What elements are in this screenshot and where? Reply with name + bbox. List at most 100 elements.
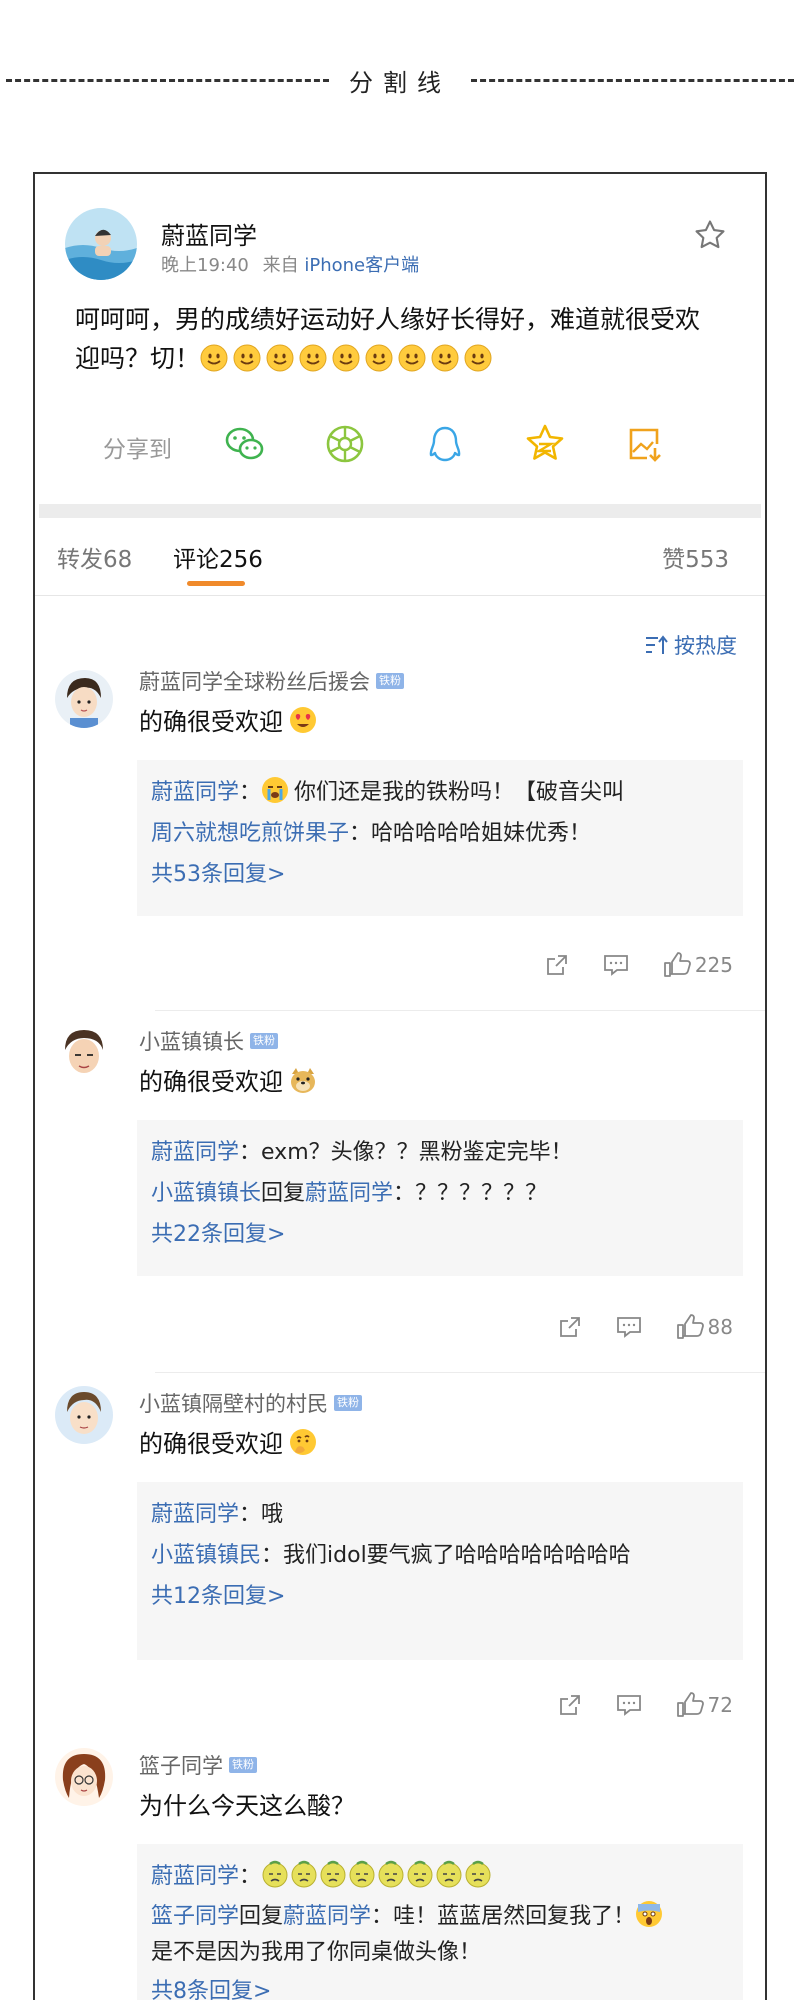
reply-author[interactable]: 周六就想吃煎饼果子: [151, 821, 349, 846]
commenter-name-text: 篮子同学: [139, 1754, 223, 1778]
thumbs-up-icon: [676, 1314, 704, 1339]
reply-separator: ：: [239, 1502, 262, 1527]
like-button[interactable]: 72: [676, 1692, 733, 1718]
commenter-avatar[interactable]: [55, 670, 113, 728]
weibo-post-card: 蔚蓝同学 晚上19:40 来自 iPhone客户端 呵呵呵，男的成绩好运动好人缘…: [33, 172, 767, 2000]
sour-face-emoji-icon: [378, 1860, 404, 1888]
tab-comments[interactable]: 评论256: [173, 540, 263, 574]
comment-text: 为什么今天这么酸？: [139, 1786, 355, 1821]
like-count: 88: [707, 1315, 733, 1339]
commenter-name[interactable]: 篮子同学 铁粉: [139, 1750, 257, 1780]
post: 蔚蓝同学 晚上19:40 来自 iPhone客户端 呵呵呵，男的成绩好运动好人缘…: [35, 174, 765, 504]
comment-item: 小蓝镇镇长 铁粉 的确很受欢迎 蔚蓝同学：exm？头像？？黑粉鉴定完毕！ 小蓝镇…: [35, 1020, 765, 1382]
reply-separator: ：: [393, 1181, 416, 1206]
doge-emoji-icon: [291, 1067, 315, 1093]
qq-icon[interactable]: [423, 422, 467, 466]
post-emojis: [200, 344, 497, 373]
reply-line: 周六就想吃煎饼果子：哈哈哈哈哈姐妹优秀！: [151, 813, 729, 854]
reply-author[interactable]: 蔚蓝同学: [151, 1140, 239, 1165]
post-source[interactable]: iPhone客户端: [304, 255, 419, 276]
post-time: 晚上19:40: [161, 255, 249, 276]
more-replies-link[interactable]: 共8条回复>: [151, 1971, 729, 2000]
reply-box[interactable]: 蔚蓝同学：哦 小蓝镇镇民：我们idol要气疯了哈哈哈哈哈哈哈哈 共12条回复>: [137, 1482, 743, 1660]
tab-likes[interactable]: 赞553: [662, 540, 729, 574]
post-text: 呵呵呵，男的成绩好运动好人缘好长得好，难道就很受欢迎吗？切！: [75, 300, 715, 378]
reply-line: 小蓝镇镇长回复蔚蓝同学：？？？？？？: [151, 1173, 729, 1214]
more-replies-link[interactable]: 共22条回复>: [151, 1214, 729, 1255]
sour-face-emoji-icon: [349, 1860, 375, 1888]
comment-actions: 88: [558, 1314, 733, 1340]
reply-line: 是不是因为我用了你同桌做头像！: [151, 1940, 482, 1965]
reply-text: 你们还是我的铁粉吗！【破音尖叫: [294, 780, 625, 805]
sour-emojis: [261, 1860, 493, 1889]
sour-face-emoji-icon: [436, 1860, 462, 1888]
share-row: 分享到: [35, 412, 765, 472]
reply-line: 小蓝镇镇民：我们idol要气疯了哈哈哈哈哈哈哈哈: [151, 1535, 729, 1576]
commenter-name[interactable]: 蔚蓝同学全球粉丝后援会 铁粉: [139, 666, 404, 696]
reply-comment-icon[interactable]: [616, 1693, 642, 1717]
comment-text-content: 为什么今天这么酸？: [139, 1792, 355, 1820]
comment-text-content: 的确很受欢迎: [139, 708, 283, 736]
post-meta: 晚上19:40 来自 iPhone客户端: [161, 251, 419, 277]
commenter-avatar[interactable]: [55, 1024, 113, 1082]
save-image-icon[interactable]: [623, 422, 667, 466]
reply-target[interactable]: 蔚蓝同学: [283, 1904, 371, 1929]
reply-box[interactable]: 蔚蓝同学： 篮子同学回复蔚蓝同学：哇！蓝蓝居然回复我了！ 是不是因为我用了你同桌…: [137, 1844, 743, 2000]
active-tab-indicator: [187, 581, 245, 586]
post-from-prefix: 来自: [262, 255, 299, 276]
reply-author[interactable]: 蔚蓝同学: [151, 1864, 239, 1889]
sour-face-emoji-icon: [262, 1860, 288, 1888]
tab-repost[interactable]: 转发68: [57, 540, 132, 574]
author-avatar[interactable]: [65, 208, 137, 280]
moments-icon[interactable]: [323, 422, 367, 466]
smile-emoji-icon: [365, 344, 393, 372]
reply-text: 我们idol要气疯了哈哈哈哈哈哈哈哈: [283, 1543, 631, 1568]
like-button[interactable]: 225: [663, 952, 733, 978]
smile-emoji-icon: [431, 344, 459, 372]
sour-face-emoji-icon: [407, 1860, 433, 1888]
reply-author[interactable]: 小蓝镇镇民: [151, 1543, 261, 1568]
qzone-icon[interactable]: [523, 422, 567, 466]
share-comment-icon[interactable]: [558, 1693, 582, 1717]
divider-label: 分割线: [349, 68, 451, 97]
smile-emoji-icon: [398, 344, 426, 372]
favorite-star-icon[interactable]: [693, 218, 727, 252]
reply-separator: ：: [261, 1543, 284, 1568]
sort-by-heat-button[interactable]: 按热度: [644, 630, 737, 660]
commenter-name[interactable]: 小蓝镇隔壁村的村民 铁粉: [139, 1388, 362, 1418]
wechat-icon[interactable]: [223, 422, 267, 466]
reply-comment-icon[interactable]: [603, 953, 629, 977]
commenter-avatar[interactable]: [55, 1748, 113, 1806]
smile-emoji-icon: [200, 344, 228, 372]
comment-text-content: 的确很受欢迎: [139, 1430, 283, 1458]
reply-separator: ：: [349, 821, 372, 846]
reply-to-word: 回复: [239, 1904, 284, 1929]
reply-author[interactable]: 蔚蓝同学: [151, 780, 239, 805]
share-comment-icon[interactable]: [558, 1315, 582, 1339]
reply-author[interactable]: 篮子同学: [151, 1904, 239, 1929]
reply-line: 蔚蓝同学：exm？头像？？黑粉鉴定完毕！: [151, 1132, 729, 1173]
reply-author[interactable]: 蔚蓝同学: [151, 1502, 239, 1527]
comment-text: 的确很受欢迎: [139, 1062, 322, 1097]
reply-to-word: 回复: [261, 1181, 306, 1206]
reply-box[interactable]: 蔚蓝同学： 你们还是我的铁粉吗！【破音尖叫 周六就想吃煎饼果子：哈哈哈哈哈姐妹优秀…: [137, 760, 743, 916]
fan-badge: 铁粉: [334, 1395, 362, 1411]
reply-line: 蔚蓝同学： 你们还是我的铁粉吗！【破音尖叫: [151, 772, 729, 813]
reply-line: 篮子同学回复蔚蓝同学：哇！蓝蓝居然回复我了！: [151, 1897, 729, 1935]
like-button[interactable]: 88: [676, 1314, 733, 1340]
share-comment-icon[interactable]: [545, 953, 569, 977]
reply-separator: ：: [371, 1904, 394, 1929]
smile-emoji-icon: [233, 344, 261, 372]
more-replies-link[interactable]: 共12条回复>: [151, 1576, 729, 1617]
more-replies-link[interactable]: 共53条回复>: [151, 854, 729, 895]
reply-target[interactable]: 蔚蓝同学: [305, 1181, 393, 1206]
reply-author[interactable]: 小蓝镇镇长: [151, 1181, 261, 1206]
divider-dash-right: [471, 78, 794, 82]
reply-box[interactable]: 蔚蓝同学：exm？头像？？黑粉鉴定完毕！ 小蓝镇镇长回复蔚蓝同学：？？？？？？ …: [137, 1120, 743, 1276]
commenter-avatar[interactable]: [55, 1386, 113, 1444]
reply-comment-icon[interactable]: [616, 1315, 642, 1339]
author-name[interactable]: 蔚蓝同学: [161, 216, 257, 251]
commenter-name[interactable]: 小蓝镇镇长 铁粉: [139, 1026, 278, 1056]
thumbs-up-icon: [676, 1692, 704, 1717]
commenter-name-text: 蔚蓝同学全球粉丝后援会: [139, 670, 370, 694]
